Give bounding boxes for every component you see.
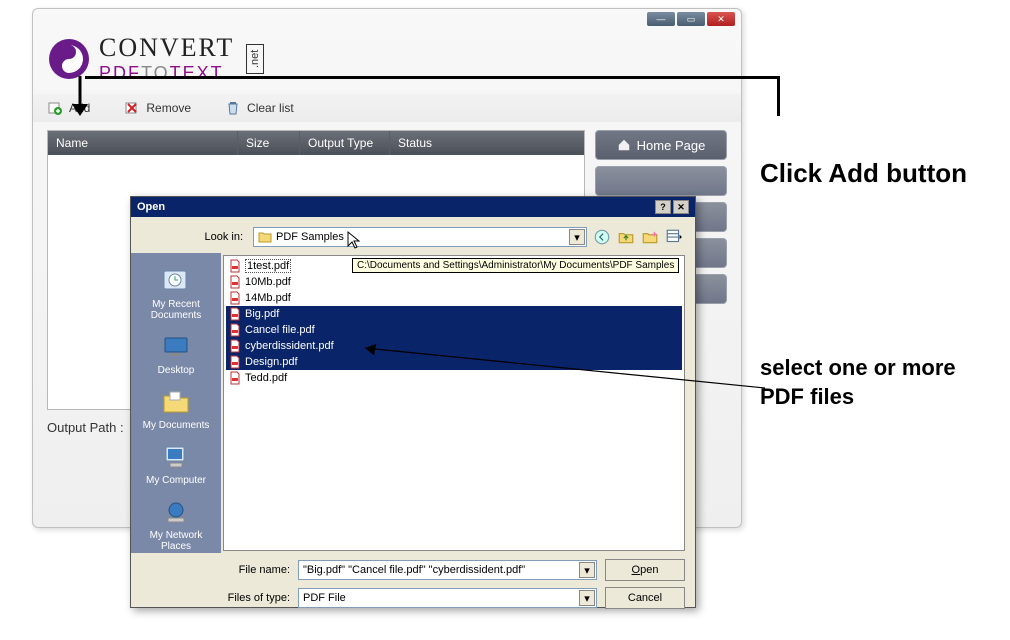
path-tooltip: C:\Documents and Settings\Administrator\… <box>352 258 679 273</box>
chevron-down-icon[interactable]: ▾ <box>579 590 595 606</box>
file-name-field[interactable]: "Big.pdf" "Cancel file.pdf" "cyberdissid… <box>298 560 597 580</box>
file-name: 10Mb.pdf <box>245 276 291 288</box>
place-mynet-label: My Network Places <box>136 530 216 552</box>
file-name: 1test.pdf <box>245 259 291 273</box>
cursor-icon <box>346 230 362 250</box>
mydocs-icon <box>160 386 192 418</box>
home-icon <box>617 138 631 152</box>
output-path-label: Output Path : <box>47 420 124 435</box>
callout-line <box>85 76 780 116</box>
callout-click-add: Click Add button <box>760 158 967 189</box>
pdf-file-icon <box>228 323 242 337</box>
place-desktop-label: Desktop <box>136 365 216 376</box>
file-list[interactable]: 1test.pdf 10Mb.pdf 14Mb.pdf Big.pdf Cancel f… <box>223 255 685 551</box>
place-mydocs-label: My Documents <box>136 420 216 431</box>
recent-icon <box>160 265 192 297</box>
view-menu-icon[interactable] <box>665 228 683 246</box>
open-dialog: Open ? ✕ Look in: PDF Samples ▾ My Recen… <box>130 196 696 608</box>
lookin-label: Look in: <box>203 231 247 243</box>
dialog-bottom: File name: "Big.pdf" "Cancel file.pdf" "… <box>131 553 695 617</box>
place-mydocs[interactable]: My Documents <box>136 382 216 435</box>
mynet-icon <box>160 496 192 528</box>
close-button[interactable]: ✕ <box>707 12 735 26</box>
minimize-button[interactable]: — <box>647 12 675 26</box>
place-mycomp[interactable]: My Computer <box>136 437 216 490</box>
dialog-body: My Recent Documents Desktop My Documents… <box>131 253 695 553</box>
place-recent-label: My Recent Documents <box>136 299 216 321</box>
file-type-value: PDF File <box>303 592 346 604</box>
dialog-close-button[interactable]: ✕ <box>673 200 689 214</box>
file-item[interactable]: Big.pdf <box>226 306 682 322</box>
pdf-file-icon <box>228 355 242 369</box>
home-label: Home Page <box>637 138 706 153</box>
net-badge: .net <box>246 44 264 74</box>
home-page-button[interactable]: Home Page <box>595 130 727 160</box>
pdf-file-icon <box>228 307 242 321</box>
desktop-icon <box>160 331 192 363</box>
file-type-label: Files of type: <box>226 592 290 604</box>
pdf-file-icon <box>228 275 242 289</box>
file-name: 14Mb.pdf <box>245 292 291 304</box>
table-header: Name Size Output Type Status <box>48 131 584 155</box>
brand-line1: CONVERT <box>99 33 234 63</box>
back-icon[interactable] <box>593 228 611 246</box>
add-icon <box>47 100 63 116</box>
file-name: Tedd.pdf <box>245 372 287 384</box>
new-folder-icon[interactable] <box>641 228 659 246</box>
dialog-title: Open <box>137 201 165 213</box>
dialog-titlebar: Open ? ✕ <box>131 197 695 217</box>
file-name: cyberdissident.pdf <box>245 340 334 352</box>
mycomp-icon <box>160 441 192 473</box>
col-name[interactable]: Name <box>48 131 238 155</box>
cancel-button[interactable]: Cancel <box>605 587 685 609</box>
dialog-help-button[interactable]: ? <box>655 200 671 214</box>
file-name-label: File name: <box>226 564 290 576</box>
arrow-down-icon <box>68 74 92 118</box>
pdf-file-icon <box>228 339 242 353</box>
place-mynet[interactable]: My Network Places <box>136 492 216 556</box>
col-output[interactable]: Output Type <box>300 131 390 155</box>
file-name: Big.pdf <box>245 308 279 320</box>
file-item[interactable]: 14Mb.pdf <box>226 290 682 306</box>
chevron-down-icon[interactable]: ▾ <box>579 562 595 578</box>
file-type-field[interactable]: PDF File ▾ <box>298 588 597 608</box>
places-bar: My Recent Documents Desktop My Documents… <box>131 253 221 553</box>
file-name: Design.pdf <box>245 356 298 368</box>
col-status[interactable]: Status <box>390 131 584 155</box>
file-name: Cancel file.pdf <box>245 324 315 336</box>
open-button[interactable]: Open <box>605 559 685 581</box>
file-item[interactable]: Cancel file.pdf <box>226 322 682 338</box>
file-name-value: "Big.pdf" "Cancel file.pdf" "cyberdissid… <box>303 564 525 576</box>
place-recent[interactable]: My Recent Documents <box>136 261 216 325</box>
side-button-2[interactable] <box>595 166 727 196</box>
col-size[interactable]: Size <box>238 131 300 155</box>
place-mycomp-label: My Computer <box>136 475 216 486</box>
pdf-file-icon <box>228 371 242 385</box>
lookin-combo[interactable]: PDF Samples ▾ <box>253 227 587 247</box>
lookin-value: PDF Samples <box>276 231 344 243</box>
callout-select-files: select one or more PDF files <box>760 354 990 411</box>
titlebar: — ▭ ✕ <box>33 9 741 27</box>
place-desktop[interactable]: Desktop <box>136 327 216 380</box>
folder-open-icon <box>258 230 272 244</box>
chevron-down-icon[interactable]: ▾ <box>569 229 585 245</box>
maximize-button[interactable]: ▭ <box>677 12 705 26</box>
pdf-file-icon <box>228 259 242 273</box>
pdf-file-icon <box>228 291 242 305</box>
up-folder-icon[interactable] <box>617 228 635 246</box>
lookin-bar: Look in: PDF Samples ▾ <box>131 217 695 253</box>
callout-arrow-line <box>355 338 775 398</box>
file-item[interactable]: 10Mb.pdf <box>226 274 682 290</box>
